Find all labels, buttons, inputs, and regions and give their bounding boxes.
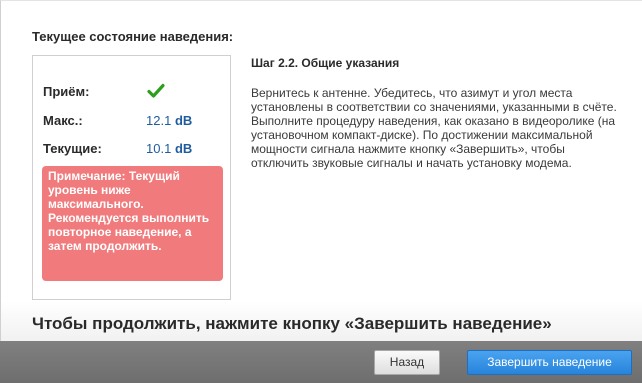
back-button[interactable]: Назад — [374, 350, 440, 375]
max-value-unit: dB — [174, 113, 193, 128]
current-value-unit: dB — [174, 141, 193, 156]
max-value: 12.1 dB — [146, 113, 192, 128]
finish-pointing-button[interactable]: Завершить наведение — [467, 350, 632, 375]
max-label: Макс.: — [43, 113, 83, 128]
current-label: Текущие: — [43, 141, 102, 156]
reception-label: Приём: — [43, 84, 90, 99]
step-instructions: Вернитесь к антенне. Убедитесь, что азим… — [251, 86, 617, 170]
page-title: Текущее состояние наведения: — [32, 29, 234, 44]
step-title: Шаг 2.2. Общие указания — [251, 56, 400, 70]
check-icon — [147, 83, 165, 98]
max-value-number: 12.1 — [146, 113, 172, 128]
footer-bar: Назад Завершить наведение — [0, 341, 642, 383]
warning-note: Примечание: Текущий уровень ниже максима… — [42, 166, 223, 281]
pointing-status-panel: Приём: Макс.: 12.1 dB Текущие: 10.1 dB П… — [32, 55, 231, 300]
continue-instruction: Чтобы продолжить, нажмите кнопку «Заверш… — [32, 314, 552, 333]
pointing-dialog: Текущее состояние наведения: Приём: Макс… — [0, 0, 642, 383]
current-value-number: 10.1 — [146, 141, 172, 156]
current-value: 10.1 dB — [146, 141, 192, 156]
